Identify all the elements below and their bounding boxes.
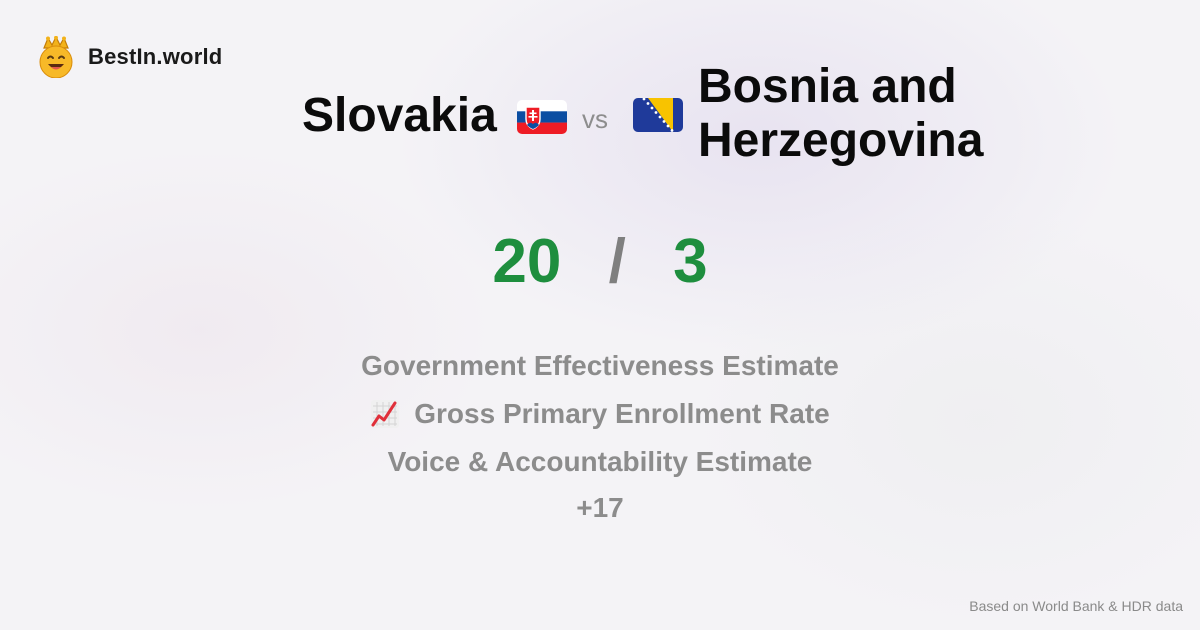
score-b: 3 — [673, 227, 708, 296]
country-b-line1: Bosnia and — [698, 60, 957, 113]
data-source-note: Based on World Bank & HDR data — [969, 598, 1183, 614]
comparison-header: Slovakia vs Bosnia and Herzegovina — [0, 60, 1200, 176]
country-b-line2: Herzegovina — [698, 114, 984, 167]
score: 20 / 3 — [0, 226, 1200, 298]
vs-label: vs — [582, 104, 608, 134]
metric-label: Voice & Accountability Estimate — [387, 446, 813, 477]
score-a: 20 — [492, 227, 562, 296]
score-separator: / — [608, 227, 626, 296]
metric-item: Voice & Accountability Estimate — [0, 438, 1200, 486]
metric-label: Gross Primary Enrollment Rate — [414, 398, 830, 429]
more-metrics-count: +17 — [576, 492, 624, 523]
chart-increasing-icon — [371, 400, 400, 428]
country-b-name: Bosnia and Herzegovina — [698, 60, 1098, 168]
metrics-list: Government Effectiveness Estimate Gross … — [0, 342, 1200, 530]
metric-item: Gross Primary Enrollment Rate — [0, 390, 1200, 438]
country-a-name: Slovakia — [302, 89, 497, 142]
metric-label: Government Effectiveness Estimate — [361, 350, 839, 381]
slovakia-flag-icon — [517, 100, 567, 134]
metric-item: Government Effectiveness Estimate — [0, 342, 1200, 390]
bosnia-herzegovina-flag-icon — [633, 98, 683, 132]
